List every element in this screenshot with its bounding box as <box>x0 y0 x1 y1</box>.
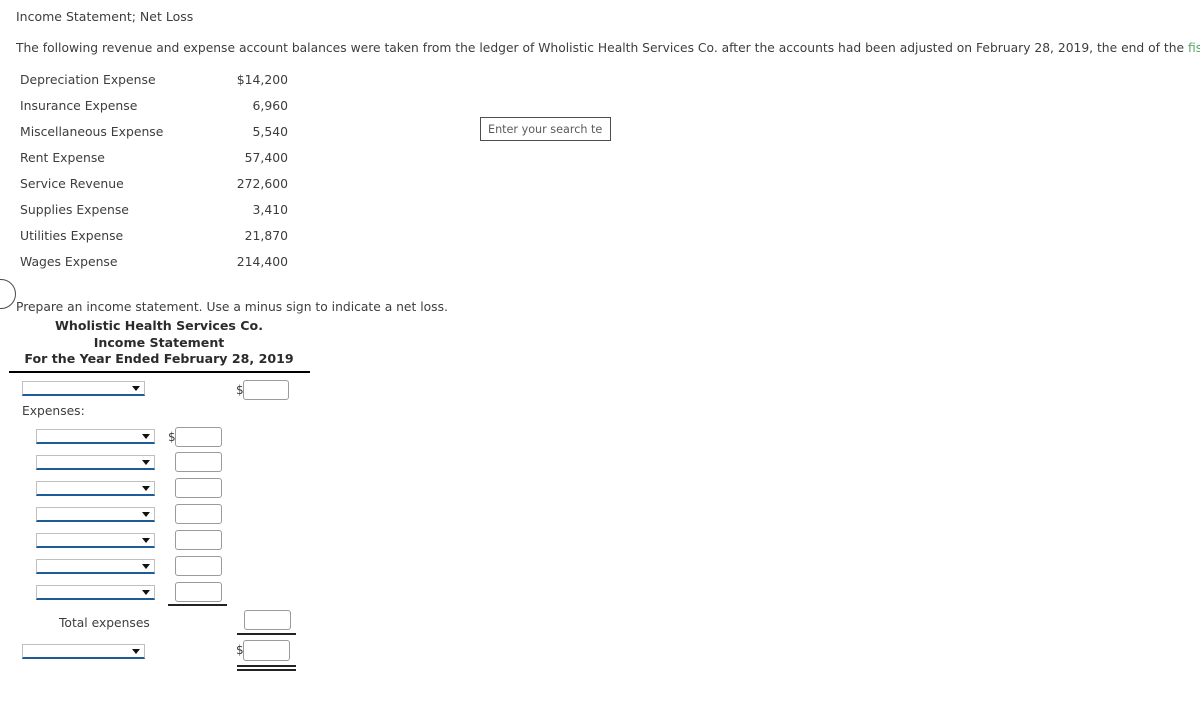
chevron-down-icon <box>142 486 150 491</box>
problem-statement: The following revenue and expense accoun… <box>16 41 1200 55</box>
net-result-select[interactable] <box>22 644 145 659</box>
expense-account-select-2[interactable] <box>36 455 155 470</box>
statement-period: For the Year Ended February 28, 2019 <box>24 351 294 366</box>
expense-amount-input-5[interactable] <box>175 530 222 550</box>
expense-account-select-3[interactable] <box>36 481 155 496</box>
account-balances-table: Depreciation Expense $14,200 Insurance E… <box>20 66 288 274</box>
account-amount: 5,540 <box>252 123 288 139</box>
expense-amount-input-6[interactable] <box>175 556 222 576</box>
statement-heading: Wholistic Health Services Co. Income Sta… <box>8 318 310 368</box>
statement-company-name: Wholistic Health Services Co. <box>54 318 263 333</box>
table-row: Rent Expense 57,400 <box>20 144 288 170</box>
table-row: Depreciation Expense $14,200 <box>20 66 288 92</box>
chevron-down-icon <box>142 434 150 439</box>
net-result-divider-top <box>237 665 296 667</box>
account-amount: 272,600 <box>236 175 288 191</box>
heading-divider <box>9 371 310 373</box>
account-name: Wages Expense <box>20 253 118 269</box>
account-amount: 3,410 <box>252 201 288 217</box>
account-amount: 57,400 <box>244 149 288 165</box>
account-amount: 21,870 <box>244 227 288 243</box>
question-number-circle-icon <box>0 279 16 309</box>
total-expenses-amount-input[interactable] <box>244 610 291 630</box>
expense-account-select-1[interactable] <box>36 429 155 444</box>
expense-account-select-7[interactable] <box>36 585 155 600</box>
chevron-down-icon <box>142 564 150 569</box>
table-row: Insurance Expense 6,960 <box>20 92 288 118</box>
account-amount: 214,400 <box>236 253 288 269</box>
page-title: Income Statement; Net Loss <box>16 9 194 24</box>
expense-amount-input-3[interactable] <box>175 478 222 498</box>
total-expenses-label: Total expenses <box>59 616 150 630</box>
chevron-down-icon <box>142 590 150 595</box>
table-row: Wages Expense 214,400 <box>20 248 288 274</box>
account-name: Insurance Expense <box>20 97 138 113</box>
table-row: Service Revenue 272,600 <box>20 170 288 196</box>
problem-statement-text: The following revenue and expense accoun… <box>16 41 1188 55</box>
table-row: Utilities Expense 21,870 <box>20 222 288 248</box>
search-input[interactable] <box>480 117 611 141</box>
revenue-account-select[interactable] <box>22 381 145 396</box>
expense-amount-input-1[interactable] <box>175 427 222 447</box>
fiscal-year-link[interactable]: fiscal year: <box>1188 41 1200 55</box>
statement-title: Income Statement <box>93 334 225 350</box>
chevron-down-icon <box>142 460 150 465</box>
chevron-down-icon <box>142 538 150 543</box>
expense-amount-input-2[interactable] <box>175 452 222 472</box>
expense-subtotal-divider <box>168 604 227 606</box>
net-result-amount-input[interactable] <box>243 640 290 661</box>
table-row: Supplies Expense 3,410 <box>20 196 288 222</box>
account-name: Supplies Expense <box>20 201 129 217</box>
expense-account-select-6[interactable] <box>36 559 155 574</box>
table-row: Miscellaneous Expense 5,540 <box>20 118 288 144</box>
account-name: Depreciation Expense <box>20 71 156 87</box>
revenue-amount-input[interactable] <box>243 380 289 400</box>
chevron-down-icon <box>132 649 140 654</box>
expense-amount-input-4[interactable] <box>175 504 222 524</box>
account-name: Rent Expense <box>20 149 105 165</box>
net-result-divider-bottom <box>237 669 296 671</box>
account-name: Miscellaneous Expense <box>20 123 164 139</box>
expenses-label: Expenses: <box>22 404 85 418</box>
balances-body: Depreciation Expense $14,200 Insurance E… <box>20 66 288 274</box>
expense-account-select-5[interactable] <box>36 533 155 548</box>
account-amount: $14,200 <box>236 71 288 87</box>
account-amount: 6,960 <box>252 97 288 113</box>
instruction-text: Prepare an income statement. Use a minus… <box>16 300 448 314</box>
expense-amount-input-7[interactable] <box>175 582 222 602</box>
account-name: Utilities Expense <box>20 227 124 243</box>
total-expenses-divider <box>237 633 296 635</box>
chevron-down-icon <box>132 386 140 391</box>
account-name: Service Revenue <box>20 175 124 191</box>
chevron-down-icon <box>142 512 150 517</box>
expense-account-select-4[interactable] <box>36 507 155 522</box>
